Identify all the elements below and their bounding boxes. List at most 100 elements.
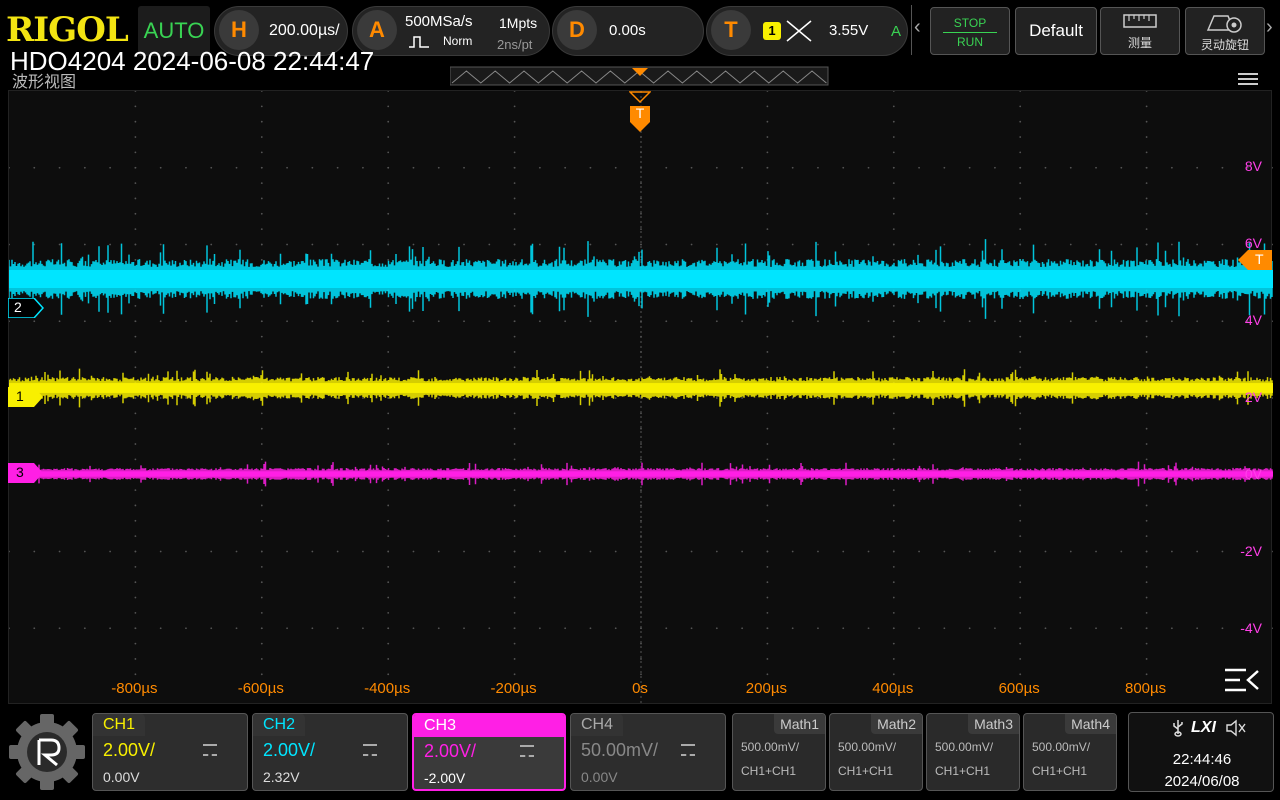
- ch1-tab: CH1: [93, 714, 146, 736]
- knob-label: 灵动旋钮: [1200, 38, 1249, 52]
- speaker-muted-icon: [1226, 719, 1246, 737]
- chevron-right-icon[interactable]: ›: [1266, 16, 1273, 39]
- voltage-axis-label: 4V: [1244, 312, 1262, 328]
- acquire-mode: Norm: [443, 34, 473, 48]
- ch2-marker-label: 2: [14, 299, 22, 315]
- math3-tab: Math3: [968, 714, 1019, 734]
- dc-coupling-icon: [363, 744, 377, 756]
- stop-label: STOP: [953, 16, 987, 30]
- time-axis-label: -200µs: [490, 680, 537, 697]
- trigger-position-marker[interactable]: T: [628, 90, 652, 139]
- ch4-offset: 0.00V: [581, 769, 618, 785]
- ch1-offset-marker[interactable]: 1: [8, 387, 44, 412]
- usb-icon: [1173, 720, 1183, 737]
- acquire-a-icon: A: [357, 10, 397, 50]
- delay-value: 0.00s: [609, 22, 646, 39]
- ch1-scale: 2.00V/: [103, 740, 156, 760]
- trigger-level-marker[interactable]: T: [1238, 250, 1274, 275]
- horizontal-h-icon: H: [219, 10, 259, 50]
- math2-scale: 500.00mV/: [838, 740, 897, 754]
- ch3-tab: CH3: [414, 715, 564, 737]
- math3-expr: CH1+CH1: [935, 764, 991, 778]
- math2-expr: CH1+CH1: [838, 764, 894, 778]
- memory-depth: 1Mpts: [499, 15, 538, 31]
- trigger-level-label: T: [1255, 251, 1264, 267]
- view-title: 波形视图: [12, 74, 77, 91]
- multipurpose-knob-button[interactable]: 灵动旋钮: [1185, 7, 1265, 55]
- trigger-edge-icon: [786, 20, 812, 42]
- stop-run-button[interactable]: STOP RUN: [930, 7, 1010, 55]
- dc-coupling-icon: [203, 744, 217, 756]
- time-axis-label: -400µs: [364, 680, 411, 697]
- ch2-settings[interactable]: CH2 2.00V/ 2.32V: [252, 713, 408, 791]
- trigger-t-icon: T: [711, 10, 751, 50]
- measure-label: 测量: [1127, 36, 1152, 50]
- chevron-left-icon[interactable]: ‹: [914, 16, 921, 39]
- time-window-navigator[interactable]: [450, 66, 830, 86]
- time-axis-label: 600µs: [998, 680, 1040, 697]
- ch1-offset: 0.00V: [103, 769, 140, 785]
- run-label: RUN: [957, 35, 983, 49]
- math2-tab: Math2: [871, 714, 922, 734]
- ch3-settings[interactable]: CH3 2.00V/ -2.00V: [412, 713, 566, 791]
- ch2-tab: CH2: [253, 714, 306, 736]
- lxi-icon: LXI: [1191, 719, 1216, 736]
- clock-date: 2024/06/08: [1164, 773, 1240, 790]
- default-label: Default: [1029, 21, 1083, 40]
- measure-button[interactable]: 测量: [1100, 7, 1180, 55]
- math4-settings[interactable]: Math4 500.00mV/ CH1+CH1: [1023, 713, 1117, 791]
- voltage-axis-label: 6V: [1244, 235, 1262, 251]
- trigger-control[interactable]: T 1 3.55V A: [706, 6, 908, 56]
- delay-control[interactable]: D 0.00s: [552, 6, 704, 56]
- rigol-home-icon[interactable]: [8, 712, 86, 792]
- voltage-axis-label: 2V: [1244, 389, 1262, 405]
- ch1-settings[interactable]: CH1 2.00V/ 0.00V: [92, 713, 248, 791]
- voltage-axis-label: 8V: [1244, 158, 1262, 174]
- menu-icon[interactable]: [1238, 70, 1258, 88]
- math1-expr: CH1+CH1: [741, 764, 797, 778]
- ruler-icon: [1123, 14, 1157, 28]
- ch3-offset-marker[interactable]: 3: [8, 463, 44, 488]
- math4-tab: Math4: [1065, 714, 1116, 734]
- time-axis-label: -600µs: [237, 680, 284, 697]
- acquire-control[interactable]: A 500MSa/s Norm 1Mpts 2ns/pt: [352, 6, 550, 56]
- sample-period: 2ns/pt: [497, 37, 533, 52]
- collapse-menu-icon[interactable]: [1224, 667, 1260, 693]
- dc-coupling-icon: [520, 745, 534, 757]
- math1-tab: Math1: [774, 714, 825, 734]
- knob-icon: [1206, 15, 1242, 33]
- math1-settings[interactable]: Math1 500.00mV/ CH1+CH1: [732, 713, 826, 791]
- math4-expr: CH1+CH1: [1032, 764, 1088, 778]
- status-panel[interactable]: LXI 22:44:46 2024/06/08: [1128, 712, 1274, 792]
- horizontal-scale-value: 200.00µs/: [269, 22, 340, 39]
- ch3-scale: 2.00V/: [424, 741, 477, 761]
- math4-scale: 500.00mV/: [1032, 740, 1091, 754]
- time-axis-label: 200µs: [745, 680, 787, 697]
- waveform-traces: [9, 239, 1273, 487]
- ch4-scale: 50.00mV/: [581, 740, 659, 760]
- acquire-pulse-icon: [409, 36, 429, 48]
- default-button[interactable]: Default: [1015, 7, 1097, 55]
- trigger-source-badge: 1: [763, 22, 781, 40]
- ch4-tab: CH4: [571, 714, 624, 736]
- toolbar-divider: [911, 5, 912, 55]
- ch2-scale: 2.00V/: [263, 740, 316, 760]
- time-axis-label: -800µs: [111, 680, 158, 697]
- dc-coupling-icon: [681, 744, 695, 756]
- time-axis-label: 400µs: [872, 680, 914, 697]
- ch3-marker-label: 3: [16, 464, 24, 480]
- math2-settings[interactable]: Math2 500.00mV/ CH1+CH1: [829, 713, 923, 791]
- ch2-offset: 2.32V: [263, 769, 300, 785]
- voltage-axis-label: -2V: [1240, 543, 1262, 559]
- ch1-marker-label: 1: [16, 388, 24, 404]
- time-axis-label: 0s: [632, 680, 648, 697]
- time-axis-label: 800µs: [1125, 680, 1167, 697]
- trigger-position-label: T: [635, 105, 645, 121]
- ch4-settings[interactable]: CH4 50.00mV/ 0.00V: [570, 713, 726, 791]
- math1-scale: 500.00mV/: [741, 740, 800, 754]
- math3-settings[interactable]: Math3 500.00mV/ CH1+CH1: [926, 713, 1020, 791]
- waveform-display[interactable]: [8, 90, 1273, 705]
- trigger-level: 3.55V: [829, 22, 869, 39]
- ch2-offset-marker[interactable]: 2: [7, 297, 45, 323]
- delay-d-icon: D: [557, 10, 597, 50]
